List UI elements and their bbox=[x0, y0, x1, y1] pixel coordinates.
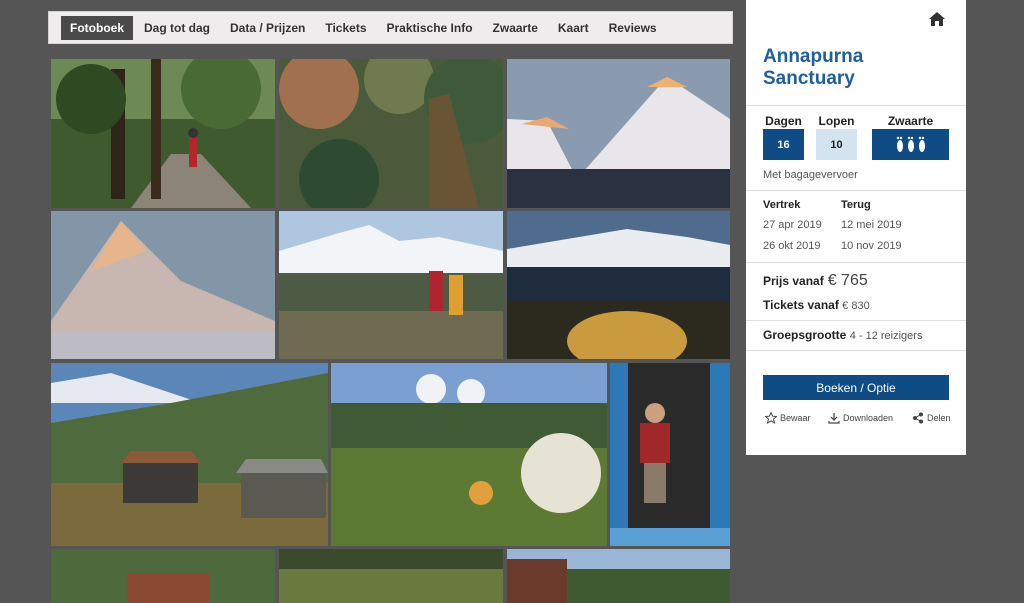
terug-date-1[interactable]: 12 mei 2019 bbox=[841, 219, 902, 231]
footprints-icon bbox=[896, 136, 925, 152]
trip-title: Annapurna Sanctuary bbox=[763, 46, 863, 90]
tickets-value: € 830 bbox=[842, 300, 870, 312]
price-row: Prijs vanaf € 765 bbox=[763, 272, 868, 290]
share-icon bbox=[913, 412, 923, 424]
photo-peak-sunset[interactable] bbox=[51, 211, 275, 359]
photo-trekkers-viewpoint[interactable] bbox=[279, 211, 503, 359]
trip-info-panel: Annapurna Sanctuary Dagen Lopen Zwaarte … bbox=[746, 0, 966, 455]
tab-bar: Fotoboek Dag tot dag Data / Prijzen Tick… bbox=[48, 11, 733, 44]
tab-dag-tot-dag[interactable]: Dag tot dag bbox=[135, 16, 219, 40]
tab-praktische-info[interactable]: Praktische Info bbox=[378, 16, 482, 40]
group-size-row: Groepsgrootte 4 - 12 reizigers bbox=[763, 328, 922, 342]
photo-autumn-forest[interactable] bbox=[279, 59, 503, 208]
home-icon[interactable] bbox=[928, 11, 946, 27]
tab-tickets[interactable]: Tickets bbox=[316, 16, 375, 40]
divider bbox=[746, 262, 966, 263]
star-icon bbox=[765, 412, 777, 424]
save-action[interactable]: Bewaar bbox=[765, 412, 811, 424]
photo-child-doorway[interactable] bbox=[610, 363, 730, 546]
tab-kaart[interactable]: Kaart bbox=[549, 16, 598, 40]
tab-zwaarte[interactable]: Zwaarte bbox=[484, 16, 547, 40]
group-value: 4 - 12 reizigers bbox=[849, 330, 923, 342]
divider bbox=[746, 105, 966, 106]
zwaarte-label: Zwaarte bbox=[887, 114, 934, 128]
tab-reviews[interactable]: Reviews bbox=[600, 16, 666, 40]
divider bbox=[746, 190, 966, 191]
share-action[interactable]: Delen bbox=[912, 412, 951, 424]
zwaarte-rating bbox=[872, 129, 949, 160]
terug-label: Terug bbox=[841, 199, 871, 211]
photo-flowers-valley[interactable] bbox=[331, 363, 607, 546]
trip-title-line2: Sanctuary bbox=[763, 68, 855, 89]
photo-dhaulagiri-sunrise[interactable] bbox=[507, 59, 730, 208]
photo-forest-trail[interactable] bbox=[51, 59, 275, 208]
dagen-label: Dagen bbox=[765, 114, 802, 128]
dagen-value: 16 bbox=[763, 129, 804, 160]
price-value: € 765 bbox=[827, 272, 868, 289]
download-action[interactable]: Downloaden bbox=[828, 412, 893, 424]
photo-village-terrace[interactable] bbox=[51, 549, 275, 603]
group-label: Groepsgrootte bbox=[763, 328, 847, 342]
vertrek-date-1[interactable]: 27 apr 2019 bbox=[763, 219, 822, 231]
lopen-value: 10 bbox=[816, 129, 857, 160]
divider bbox=[746, 350, 966, 351]
lopen-label: Lopen bbox=[818, 114, 855, 128]
download-icon bbox=[828, 413, 840, 424]
tickets-label: Tickets vanaf bbox=[763, 298, 839, 312]
photo-lodge[interactable] bbox=[507, 549, 730, 603]
baggage-transport: Met bagagevervoer bbox=[763, 169, 858, 181]
tab-data-prijzen[interactable]: Data / Prijzen bbox=[221, 16, 314, 40]
download-label: Downloaden bbox=[843, 413, 894, 423]
price-label: Prijs vanaf bbox=[763, 274, 824, 288]
terug-date-2[interactable]: 10 nov 2019 bbox=[841, 240, 902, 252]
save-label: Bewaar bbox=[780, 413, 811, 423]
photo-village-houses[interactable] bbox=[51, 363, 328, 546]
tab-fotoboek[interactable]: Fotoboek bbox=[61, 15, 133, 40]
trip-title-line1: Annapurna bbox=[763, 46, 864, 67]
photo-terraced-fields[interactable] bbox=[279, 549, 503, 603]
vertrek-label: Vertrek bbox=[763, 199, 801, 211]
divider bbox=[746, 320, 966, 321]
photo-mountain-range-grass[interactable] bbox=[507, 211, 730, 359]
share-label: Delen bbox=[927, 413, 951, 423]
vertrek-date-2[interactable]: 26 okt 2019 bbox=[763, 240, 821, 252]
tickets-row: Tickets vanaf € 830 bbox=[763, 298, 870, 312]
book-button[interactable]: Boeken / Optie bbox=[763, 375, 949, 400]
